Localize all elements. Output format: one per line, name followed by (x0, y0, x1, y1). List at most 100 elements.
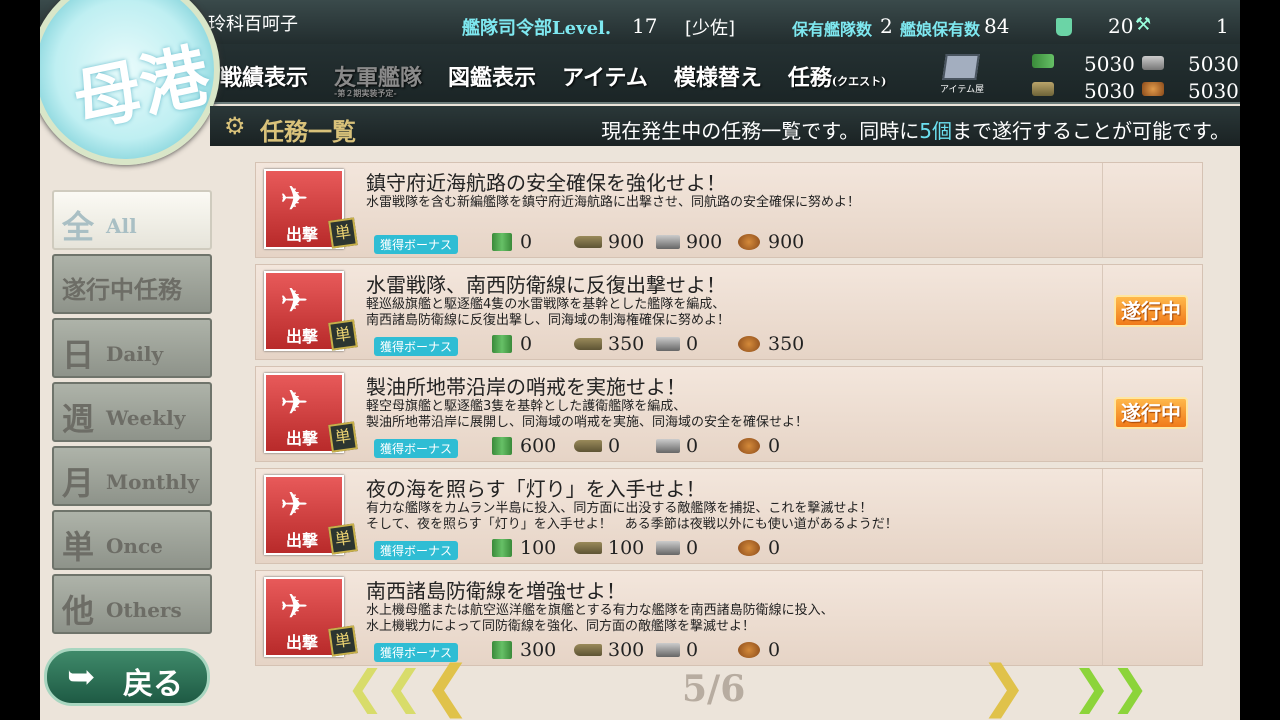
ship-count-label: 艦娘保有数 (900, 20, 981, 39)
first-page-icon[interactable]: ❮❮ (346, 660, 423, 714)
ammo-icon (574, 644, 602, 656)
bauxite-icon (738, 540, 760, 556)
last-page-icon[interactable]: ❯❯ (1072, 660, 1149, 714)
tab-once-label: Once (106, 534, 163, 558)
quest-row[interactable]: ✈ 出撃 単 製油所地帯沿岸の哨戒を実施せよ！ 軽空母旗艦と駆逐艦3隻を基幹とし… (255, 366, 1203, 462)
quest-title: 鎮守府近海航路の安全確保を強化せよ！ (366, 171, 726, 195)
reward-steel-value: 900 (686, 231, 723, 253)
section-title: 任務一覧 (260, 117, 356, 146)
bauxite-icon (738, 234, 760, 250)
emblem-text: 母港 (66, 35, 217, 143)
plane-icon: ✈ (280, 281, 309, 321)
reward-bauxite: 0 (738, 537, 780, 559)
quest-description: 水上機母艦または航空巡洋艦を旗艦とする有力な艦隊を南西諸島防衛線に投入、 水上機… (366, 603, 834, 634)
reward-steel: 0 (656, 333, 698, 355)
quest-title: 夜の海を照らす「灯り」を入手せよ！ (366, 477, 706, 501)
back-button[interactable]: ➥ 戻る (44, 648, 210, 706)
category-label: 出撃 (286, 225, 319, 244)
quest-row[interactable]: ✈ 出撃 単 水雷戦隊、南西防衛線に反復出撃せよ！ 軽巡級旗艦と駆逐艦4隻の水雷… (255, 264, 1203, 360)
quest-status-area (1102, 571, 1202, 665)
category-label: 出撃 (286, 327, 319, 346)
fuel-icon (492, 437, 512, 455)
section-note: 現在発生中の任務一覧です。同時に5個まで遂行することが可能です。 (601, 115, 1230, 144)
tab-in-progress[interactable]: 遂行中任務 (52, 254, 212, 314)
reward-bauxite: 0 (738, 639, 780, 661)
plane-icon: ✈ (280, 587, 309, 627)
quest-row[interactable]: ✈ 出撃 単 夜の海を照らす「灯り」を入手せよ！ 有力な艦隊をカムラン半島に投入… (255, 468, 1203, 564)
one-time-badge: 単 (328, 625, 358, 657)
bonus-badge: 獲得ボーナス (374, 541, 459, 560)
item-shop-button[interactable]: アイテム屋 (938, 50, 984, 96)
tab-others[interactable]: 他 Others (52, 574, 212, 634)
reward-bauxite-value: 0 (768, 435, 781, 457)
reward-ammo-value: 300 (608, 639, 645, 661)
tab-in-progress-label: 遂行中任務 (62, 275, 182, 304)
nav-furniture[interactable]: 模様替え (674, 46, 762, 102)
prev-page-icon[interactable]: ❮ (424, 654, 471, 719)
nav-quests[interactable]: 任務(クエスト) (788, 46, 886, 102)
quest-status-area (1102, 163, 1202, 257)
nav-quests-suffix: (クエスト) (831, 75, 887, 88)
reward-ammo-value: 0 (608, 435, 621, 457)
reward-ammo: 0 (574, 435, 620, 457)
ammo-icon (574, 542, 602, 554)
tab-once[interactable]: 単 Once (52, 510, 212, 570)
quest-row[interactable]: ✈ 出撃 単 鎮守府近海航路の安全確保を強化せよ！ 水雷戦隊を含む新編艦隊を鎮守… (255, 162, 1203, 258)
quest-description: 水雷戦隊を含む新編艦隊を鎮守府近海航路に出撃させ、同航路の安全確保に努めよ！ (366, 195, 861, 210)
tab-all-kanji: 全 (62, 208, 95, 246)
one-time-badge: 単 (328, 319, 358, 351)
quest-row[interactable]: ✈ 出撃 単 南西諸島防衛線を増強せよ！ 水上機母艦または航空巡洋艦を旗艦とする… (255, 570, 1203, 666)
plane-icon: ✈ (280, 179, 309, 219)
tab-daily[interactable]: 日 Daily (52, 318, 212, 378)
nav-items[interactable]: アイテム (562, 46, 648, 102)
bonus-badge: 獲得ボーナス (374, 337, 459, 356)
nav-quests-label: 任務 (787, 65, 832, 91)
in-progress-badge: 遂行中 (1114, 295, 1188, 327)
page-indicator: 5/6 (682, 668, 746, 710)
reward-fuel-value: 600 (520, 435, 557, 457)
fuel-icon (492, 335, 512, 353)
fuel-icon (492, 641, 512, 659)
home-port-emblem[interactable]: 母港 (40, 0, 220, 165)
one-time-badge: 単 (328, 421, 358, 453)
tab-all[interactable]: 全 All (52, 190, 212, 250)
fleet-count-label: 保有艦隊数 (792, 20, 873, 39)
next-page-icon[interactable]: ❯ (980, 654, 1027, 719)
fuel-value: 5030 (1084, 52, 1135, 76)
fuel-icon (492, 233, 512, 251)
steel-value: 5030 (1188, 52, 1239, 76)
tab-all-label: All (106, 214, 137, 238)
plane-icon: ✈ (280, 383, 309, 423)
reward-bauxite: 350 (738, 333, 804, 355)
tab-weekly[interactable]: 週 Weekly (52, 382, 212, 442)
ammo-icon (1032, 82, 1054, 96)
tab-daily-kanji: 日 (62, 336, 95, 374)
bauxite-icon (738, 336, 760, 352)
tab-monthly[interactable]: 月 Monthly (52, 446, 212, 506)
quest-description: 有力な艦隊をカムラン半島に投入、同方面に出没する敵艦隊を捕捉、これを撃滅せよ！ … (366, 501, 898, 532)
back-label: 戻る (123, 667, 183, 702)
reward-ammo: 100 (574, 537, 644, 559)
nav-encyclopedia[interactable]: 図鑑表示 (448, 46, 536, 102)
reward-fuel-value: 300 (520, 639, 557, 661)
steel-icon (656, 643, 680, 657)
ammo-icon (574, 440, 602, 452)
bonus-badge: 獲得ボーナス (374, 439, 459, 458)
nav-battle-record[interactable]: 戦績表示 (220, 46, 308, 102)
ammo-icon (574, 338, 602, 350)
back-arrow-icon: ➥ (67, 657, 96, 697)
game-screen: 玲科百呵子 艦隊司令部Level. 17 [少佐] 保有艦隊数 2 艦娘保有数 … (40, 0, 1240, 720)
one-time-badge: 単 (328, 217, 358, 249)
screw-count: 1 (1216, 14, 1229, 38)
reward-bauxite-value: 900 (768, 231, 805, 253)
reward-ammo: 350 (574, 333, 644, 355)
reward-fuel: 0 (492, 231, 532, 253)
quest-description: 軽巡級旗艦と駆逐艦4隻の水雷戦隊を基幹とした艦隊を編成、 南西諸島防衛線に反復出… (366, 297, 731, 328)
steel-icon (1142, 56, 1164, 70)
tab-monthly-kanji: 月 (62, 464, 95, 502)
steel-icon (656, 439, 680, 453)
reward-steel: 900 (656, 231, 722, 253)
in-progress-badge: 遂行中 (1114, 397, 1188, 429)
fuel-icon (492, 539, 512, 557)
reward-bauxite-value: 350 (768, 333, 805, 355)
